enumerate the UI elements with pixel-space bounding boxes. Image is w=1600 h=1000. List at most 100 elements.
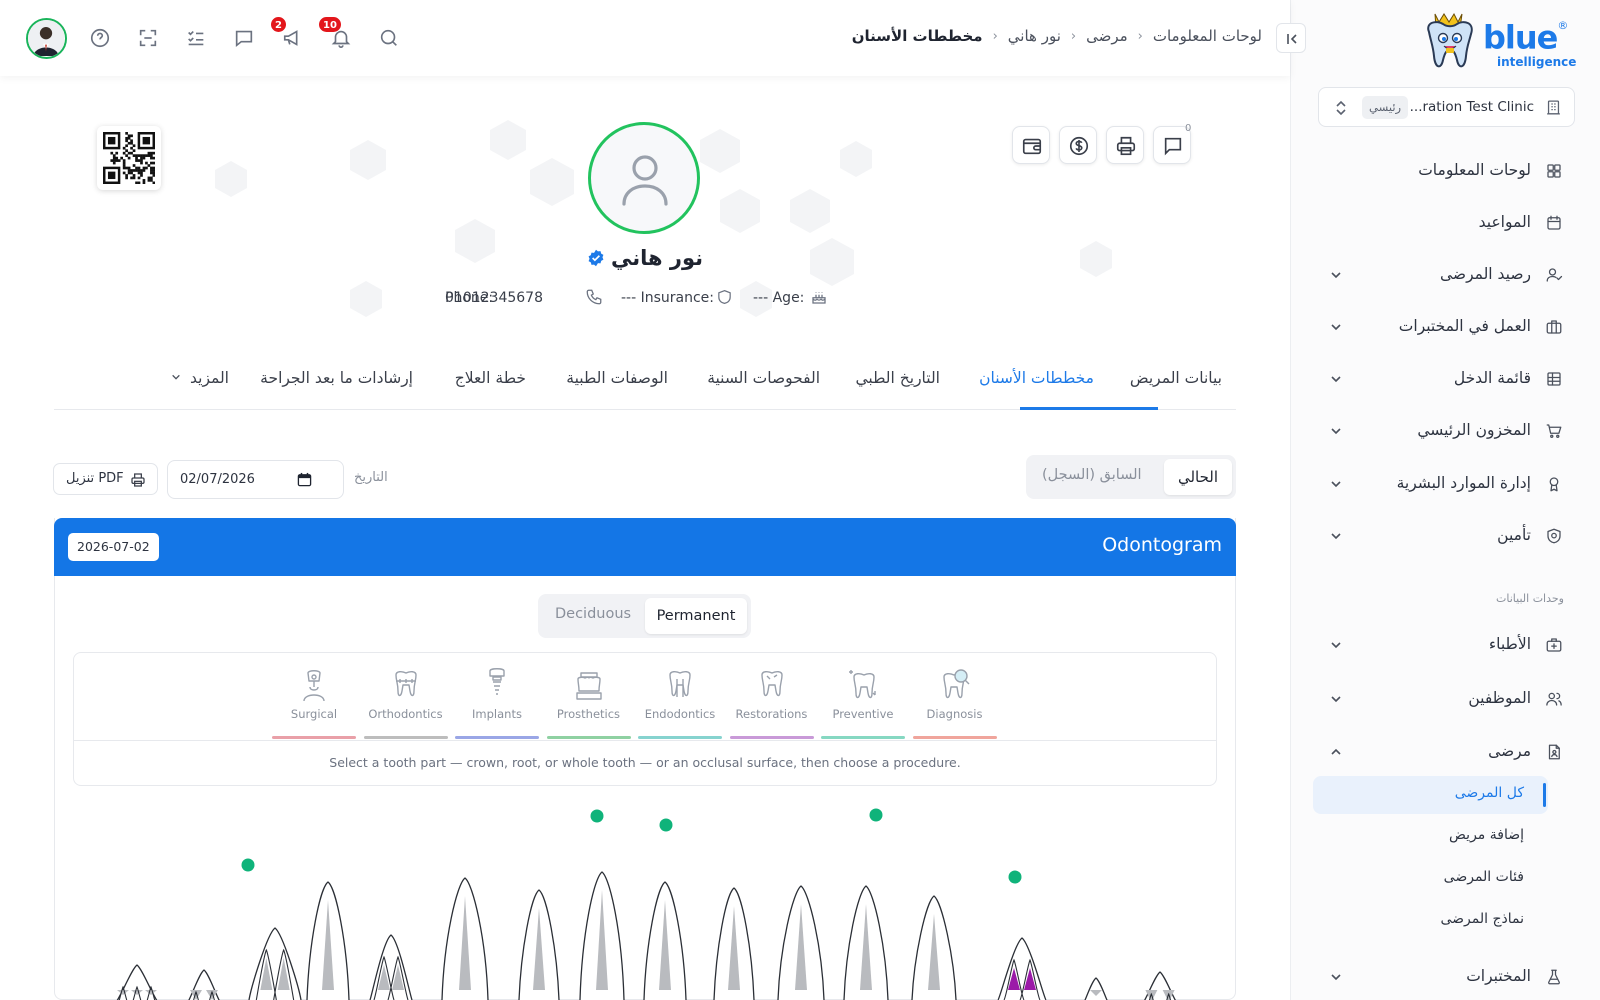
patients-subitem-4[interactable]: نماذج المرضى [1313, 902, 1548, 940]
medical-bag-icon [1546, 638, 1562, 652]
sidebar-item-label: لوحات المعلومات [1418, 161, 1531, 179]
odontogram-date-badge: 2026-07-02 [68, 533, 159, 561]
sidebar-item-label: مرضى [1488, 742, 1531, 760]
patients-subitem-1[interactable]: كل المرضى [1313, 776, 1548, 814]
tooth-15[interactable] [1074, 977, 1118, 1000]
tooth-16[interactable] [1134, 971, 1186, 1000]
procedure-prosthetics[interactable]: Prosthetics [546, 667, 631, 739]
tooth-marker-1[interactable] [241, 858, 255, 872]
collapse-icon [1287, 34, 1297, 44]
tooth-marker-4[interactable] [869, 808, 883, 822]
sidebar-item-7[interactable]: إدارة الموارد البشرية [1318, 464, 1573, 504]
tab-8[interactable]: المزيد [171, 369, 229, 387]
printer-small-icon [131, 473, 145, 487]
chevron-down-icon [1331, 642, 1341, 649]
prosthetics-icon [575, 672, 602, 700]
chevron-down-icon [1331, 324, 1341, 331]
user-avatar[interactable] [26, 18, 67, 59]
sidebar-item-labs[interactable]: المختبرات [1318, 957, 1573, 997]
tooth-14[interactable] [997, 937, 1047, 1000]
procedure-endodontics[interactable]: Endodontics [638, 667, 722, 739]
insurance-value: --- [621, 290, 637, 306]
procedure-restorations[interactable]: Restorations [729, 667, 814, 739]
patient-avatar[interactable] [588, 122, 700, 234]
download-pdf-button[interactable]: تنزيل PDF [53, 463, 158, 495]
sidebar-item-8[interactable]: تأمين [1318, 516, 1573, 556]
procedure-underline [912, 736, 997, 739]
grid-icon [1547, 164, 1561, 178]
sidebar-data-item-3[interactable]: مرضى [1318, 732, 1573, 772]
sidebar-item-label: رصيد المرضى [1439, 265, 1531, 283]
search-icon[interactable] [378, 27, 400, 49]
wallet-button[interactable] [1012, 126, 1050, 164]
announcements-badge: 2 [270, 16, 287, 33]
procedure-underline [363, 736, 448, 739]
clinic-main-badge: رئيسي [1362, 96, 1409, 119]
sidebar-item-3[interactable]: رصيد المرضى [1318, 255, 1573, 295]
sidebar-item-6[interactable]: المخزون الرئيسي [1318, 411, 1573, 451]
tooth-marker-5[interactable] [1008, 870, 1022, 884]
sidebar-item-label: العمل في المختبرات [1398, 317, 1531, 335]
tooth-marker-2[interactable] [590, 809, 604, 823]
subitem-label: إضافة مريض [1449, 827, 1524, 843]
sidebar-collapse-button[interactable] [1276, 23, 1306, 53]
breadcrumb-separator-icon: ‹ [1070, 28, 1077, 44]
deciduous-dentition-button[interactable]: Deciduous [555, 606, 631, 622]
user-balance-icon [1546, 268, 1563, 282]
procedure-implants[interactable]: Implants [455, 667, 539, 739]
help-icon[interactable] [89, 27, 111, 49]
top-bar: لوحات المعلومات ‹ مرضى ‹ نور هاني ‹ مخططات الأ… [0, 0, 1290, 76]
payments-button[interactable] [1059, 126, 1097, 164]
patient-qr-code[interactable] [97, 126, 161, 190]
chevron-down-icon [1331, 974, 1341, 981]
tooth-mascot-icon [1427, 12, 1473, 68]
tab-4[interactable]: الفحوصات السنية [707, 369, 820, 387]
patient-name: نور هاني [540, 246, 750, 270]
chat-icon[interactable] [233, 27, 255, 49]
messages-count: 0 [1185, 123, 1192, 134]
sidebar-data-item-1[interactable]: الأطباء [1318, 625, 1573, 665]
procedure-underline [455, 736, 539, 739]
breadcrumb-item-3[interactable]: نور هاني [1008, 27, 1061, 45]
chart-date-input[interactable] [167, 460, 344, 499]
subitem-label: فئات المرضى [1443, 869, 1524, 885]
patients-subitem-3[interactable]: فئات المرضى [1313, 860, 1548, 898]
restorations-icon [760, 670, 783, 697]
tab-1[interactable]: بيانات المريض [1130, 369, 1222, 387]
print-button[interactable] [1106, 126, 1144, 164]
procedure-surgical[interactable]: Surgical [272, 667, 356, 739]
fullscreen-icon[interactable] [137, 27, 159, 49]
breadcrumb-item-2[interactable]: مرضى [1086, 27, 1128, 45]
view-history-button[interactable]: السابق (السجل) [1042, 467, 1142, 483]
dollar-circle-icon [1069, 136, 1089, 156]
procedure-diagnosis[interactable]: Diagnosis [912, 667, 997, 739]
sidebar-item-5[interactable]: قائمة الدخل [1318, 359, 1573, 399]
permanent-dentition-button[interactable]: Permanent [645, 598, 747, 634]
tab-2[interactable]: مخططات الأسنان [979, 369, 1094, 387]
tooth-2[interactable] [180, 969, 228, 1000]
tab-7[interactable]: إرشادات ما بعد الجراحة [260, 369, 413, 387]
breadcrumb-item-1[interactable]: لوحات المعلومات [1153, 27, 1262, 45]
procedure-orthodontics[interactable]: Orthodontics [363, 667, 448, 739]
preventive-icon [849, 670, 876, 699]
patient-file-icon [1548, 744, 1560, 760]
clinic-selector[interactable]: ...ration Test Clinic رئيسي [1318, 87, 1575, 127]
checklist-icon[interactable] [185, 27, 207, 49]
tab-6[interactable]: خطة العلاج [455, 369, 526, 387]
dentition-toggle: Permanent Deciduous [538, 594, 751, 638]
tooth-marker-3[interactable] [659, 818, 673, 832]
view-current-button[interactable]: الحالي [1164, 459, 1232, 495]
sidebar: blue® intelligence ...ration Test Clinic… [1290, 0, 1600, 1000]
procedure-preventive[interactable]: Preventive [821, 667, 905, 739]
orthodontics-icon [394, 670, 417, 697]
flask-icon [1548, 969, 1560, 985]
sidebar-item-4[interactable]: العمل في المختبرات [1318, 307, 1573, 347]
tab-5[interactable]: الوصفات الطبية [566, 369, 668, 387]
brand-logo[interactable]: blue® intelligence [1419, 8, 1579, 74]
megaphone-icon[interactable] [282, 27, 304, 49]
tab-3[interactable]: التاريخ الطبي [855, 369, 940, 387]
patients-subitem-2[interactable]: إضافة مريض [1313, 818, 1548, 856]
sidebar-item-1[interactable]: لوحات المعلومات [1318, 151, 1573, 191]
sidebar-data-item-2[interactable]: الموظفين [1318, 679, 1573, 719]
sidebar-item-2[interactable]: المواعيد [1318, 203, 1573, 243]
